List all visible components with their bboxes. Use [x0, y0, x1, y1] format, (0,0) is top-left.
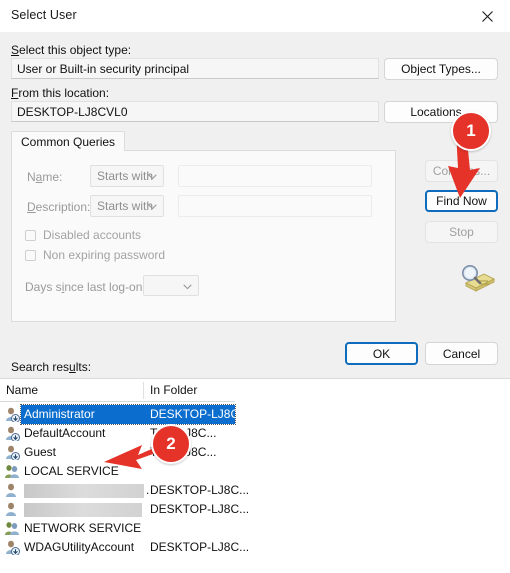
object-type-value: User or Built-in security principal: [17, 62, 189, 76]
annotation-badge-1: 1: [451, 111, 491, 151]
non-expiring-password-label: Non expiring password: [43, 248, 165, 262]
chevron-down-icon: [148, 199, 157, 213]
row-name: DefaultAccount: [24, 426, 105, 440]
row-name: WDAGUtilityAccount: [24, 540, 134, 554]
table-row[interactable]: DESKTOP-LJ8C...: [0, 500, 235, 519]
description-operator-value: Starts with: [97, 199, 153, 213]
table-row[interactable]: NETWORK SERVICE: [0, 519, 235, 538]
row-name: NETWORK SERVICE: [24, 521, 141, 535]
description-label: Description:: [27, 200, 90, 214]
object-types-button-label: Object Types...: [401, 62, 481, 76]
days-since-logon-label: Days since last log-on:: [25, 280, 146, 294]
user-arrow-icon: [4, 540, 20, 555]
stop-button-label: Stop: [449, 225, 474, 239]
redacted-name: [24, 484, 144, 498]
magnifier-card-icon: [458, 262, 496, 296]
location-field[interactable]: DESKTOP-LJ8CVL0: [11, 101, 379, 122]
close-icon: [482, 11, 493, 22]
window-title: Select User: [11, 8, 77, 22]
location-value: DESKTOP-LJ8CVL0: [17, 105, 128, 119]
object-type-label-text: elect this object type:: [19, 43, 131, 57]
checkbox-box-icon: [25, 230, 36, 241]
cancel-button[interactable]: Cancel: [425, 342, 498, 365]
object-type-label: Select this object type:: [11, 43, 131, 57]
name-operator-value: Starts with: [97, 169, 153, 183]
table-row[interactable]: . DESKTOP-LJ8C...: [0, 481, 235, 500]
stop-button[interactable]: Stop: [425, 221, 498, 243]
chevron-down-icon: [183, 279, 192, 293]
ok-button[interactable]: OK: [345, 342, 418, 365]
object-types-button[interactable]: Object Types...: [384, 58, 498, 80]
column-divider[interactable]: [143, 382, 144, 399]
tab-common-queries-label: Common Queries: [21, 135, 115, 149]
chevron-down-icon: [148, 169, 157, 183]
annotation-badge-2: 2: [151, 424, 191, 464]
table-row[interactable]: WDAGUtilityAccount DESKTOP-LJ8C...: [0, 538, 235, 557]
row-folder: DESKTOP-LJ8C...: [150, 407, 249, 421]
cancel-button-label: Cancel: [443, 347, 480, 361]
days-since-logon-select[interactable]: [143, 275, 199, 296]
location-label-text: rom this location:: [18, 86, 109, 100]
user-icon: [4, 502, 20, 517]
description-input[interactable]: [178, 195, 372, 217]
tab-strip: Common Queries: [11, 131, 396, 151]
disabled-accounts-label: Disabled accounts: [43, 228, 141, 242]
non-expiring-password-checkbox[interactable]: Non expiring password: [25, 248, 165, 262]
search-results-list[interactable]: Name In Folder Administrator DESKTOP-LJ8C…: [0, 378, 510, 573]
column-header-in-folder[interactable]: In Folder: [150, 383, 197, 397]
description-operator-select[interactable]: Starts with: [90, 195, 164, 217]
object-type-field[interactable]: User or Built-in security principal: [11, 58, 379, 79]
annotation-badge-1-label: 1: [466, 121, 475, 141]
row-name: Guest: [24, 445, 56, 459]
tab-common-queries[interactable]: Common Queries: [11, 131, 125, 151]
annotation-badge-2-label: 2: [166, 434, 175, 454]
list-header: Name In Folder: [0, 379, 235, 402]
checkbox-box-icon: [25, 250, 36, 261]
row-folder: DESKTOP-LJ8C...: [150, 540, 249, 554]
row-folder: DESKTOP-LJ8C...: [150, 502, 249, 516]
location-label: From this location:: [11, 86, 109, 100]
group-icon: [4, 521, 20, 536]
column-header-name[interactable]: Name: [6, 383, 38, 397]
row-name: Administrator: [24, 407, 95, 421]
name-operator-select[interactable]: Starts with: [90, 165, 164, 187]
name-label: Name:: [27, 170, 62, 184]
group-icon: [4, 464, 20, 479]
user-arrow-icon: [4, 426, 20, 441]
name-input[interactable]: [178, 165, 372, 187]
search-results-label: Search results:: [11, 360, 91, 374]
close-button[interactable]: [464, 0, 510, 32]
redacted-name: [24, 503, 142, 517]
select-user-dialog: Select User Select this object type: Use…: [0, 0, 510, 572]
title-bar: Select User: [0, 0, 510, 32]
disabled-accounts-checkbox[interactable]: Disabled accounts: [25, 228, 141, 242]
user-arrow-icon: [4, 445, 20, 460]
row-folder: DESKTOP-LJ8C...: [150, 483, 249, 497]
table-row[interactable]: Administrator DESKTOP-LJ8C...: [0, 405, 235, 424]
user-icon: [4, 483, 20, 498]
user-arrow-icon: [4, 407, 20, 422]
ok-button-label: OK: [373, 347, 390, 361]
